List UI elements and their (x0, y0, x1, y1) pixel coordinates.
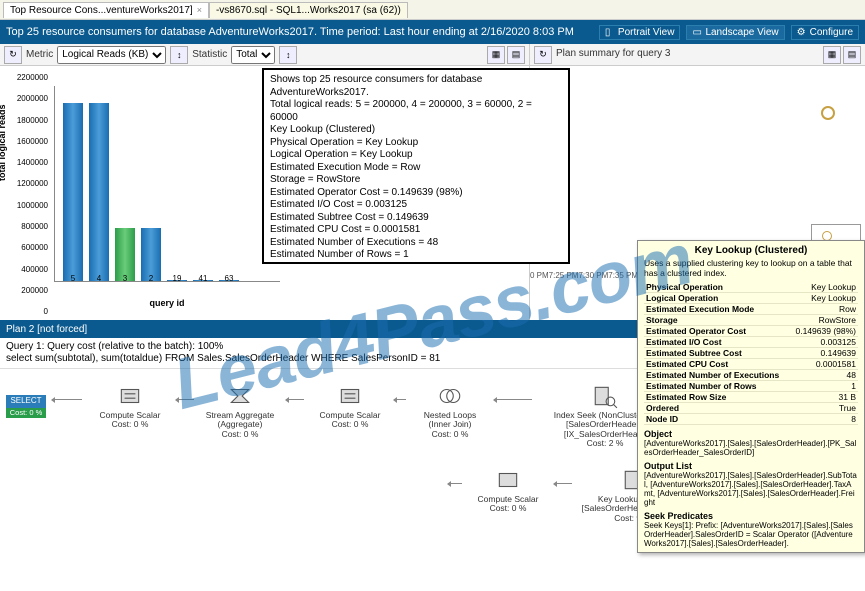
gear-icon: ⚙ (797, 27, 807, 37)
chart-toolbar: ↻ Metric Logical Reads (KB) ↕ Statistic … (0, 44, 530, 66)
tab-label: -vs8670.sql - SQL1...Works2017 (sa (62)) (216, 5, 401, 16)
metric-order-button[interactable]: ↕ (170, 46, 188, 64)
tab-sql-file[interactable]: -vs8670.sql - SQL1...Works2017 (sa (62)) (209, 2, 408, 18)
op-nested-loops[interactable]: Nested Loops(Inner Join)Cost: 0 % (402, 383, 498, 439)
grid-button[interactable]: ▤ (507, 46, 525, 64)
tooltip-title: Key Lookup (Clustered) (644, 245, 858, 256)
bar-5[interactable] (63, 103, 83, 281)
compute-scalar-icon (495, 467, 521, 493)
bar-4[interactable] (89, 103, 109, 281)
tab-label: Top Resource Cons...ventureWorks2017] (10, 5, 193, 16)
op-select[interactable]: SELECT Cost: 0 % (6, 395, 52, 418)
plan-toolbar: ↻ Plan summary for query 3 ▦ ▤ (530, 44, 865, 66)
file-tabs: Top Resource Cons...ventureWorks2017] × … (0, 0, 865, 20)
op-compute-scalar-1[interactable]: Compute ScalarCost: 0 % (82, 383, 178, 430)
op-compute-scalar-3[interactable]: Compute ScalarCost: 0 % (460, 467, 556, 514)
tooltip-properties: Physical OperationKey LookupLogical Oper… (644, 282, 858, 425)
nested-loops-icon (437, 383, 463, 409)
index-seek-icon (592, 383, 618, 409)
compute-scalar-icon (117, 383, 143, 409)
y-ticks: 2200000200000018000001600000140000012000… (14, 74, 48, 330)
statistic-order-button[interactable]: ↕ (279, 46, 297, 64)
statistic-select[interactable]: Total (231, 46, 275, 64)
operator-tooltip: Key Lookup (Clustered) Uses a supplied c… (637, 240, 865, 553)
bar-2[interactable] (141, 228, 161, 281)
statistic-label: Statistic (192, 49, 227, 60)
refresh-plan-button[interactable]: ↻ (534, 46, 552, 64)
bar-3[interactable] (115, 228, 135, 281)
page-title: Top 25 resource consumers for database A… (6, 26, 574, 38)
refresh-button[interactable]: ↻ (4, 46, 22, 64)
portrait-icon: ▯ (605, 27, 615, 37)
close-icon[interactable]: × (197, 5, 202, 15)
stream-aggregate-icon (227, 383, 253, 409)
plan-chart-button[interactable]: ▦ (823, 46, 841, 64)
compute-scalar-icon (337, 383, 363, 409)
annotation-overlay: Shows top 25 resource consumers for data… (262, 68, 570, 264)
chart-button[interactable]: ▦ (487, 46, 505, 64)
plan-summary-title: Plan summary for query 3 (556, 48, 671, 59)
x-axis-label: query id (149, 298, 184, 308)
metric-select[interactable]: Logical Reads (KB) (57, 46, 166, 64)
plan-marker-icon[interactable] (821, 106, 835, 120)
bar-chart[interactable]: 5432194163 query id (52, 76, 282, 296)
op-stream-aggregate[interactable]: Stream Aggregate(Aggregate)Cost: 0 % (192, 383, 288, 439)
plan-grid-button[interactable]: ▤ (843, 46, 861, 64)
tab-top-resource[interactable]: Top Resource Cons...ventureWorks2017] × (3, 2, 209, 18)
landscape-view-button[interactable]: ▭ Landscape View (686, 25, 784, 40)
configure-button[interactable]: ⚙ Configure (791, 25, 859, 40)
landscape-icon: ▭ (692, 27, 702, 37)
header-bar: Top 25 resource consumers for database A… (0, 20, 865, 44)
y-axis-label: total logical reads (0, 104, 7, 181)
tooltip-description: Uses a supplied clustering key to lookup… (644, 258, 858, 278)
metric-label: Metric (26, 49, 53, 60)
op-compute-scalar-2[interactable]: Compute ScalarCost: 0 % (302, 383, 398, 430)
portrait-view-button[interactable]: ▯ Portrait View (599, 25, 681, 40)
